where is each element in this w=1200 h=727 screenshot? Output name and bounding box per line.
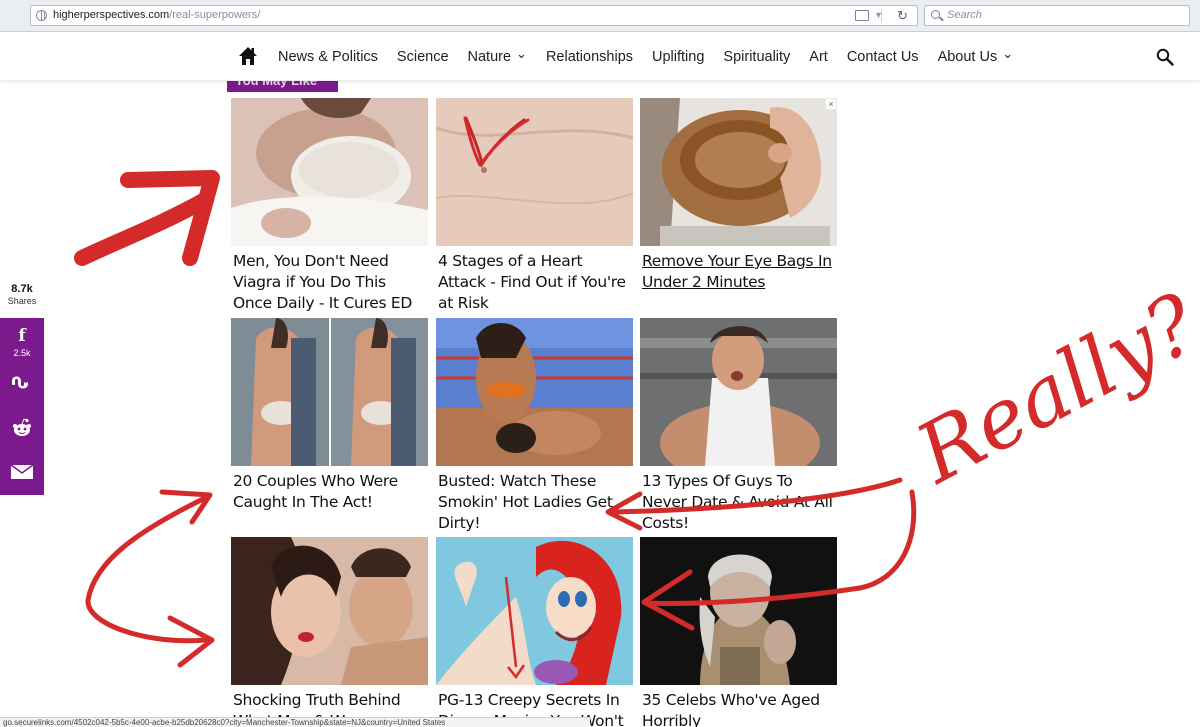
nav-item-label: Uplifting (652, 49, 705, 65)
annotation-arrowhead-big (120, 170, 220, 266)
reddit-icon (13, 418, 31, 436)
nav-item-science[interactable]: Science (397, 49, 449, 65)
annotation-arrowhead-bottom (167, 615, 215, 668)
search-icon (931, 10, 940, 19)
nav-item-label: Contact Us (846, 49, 919, 65)
ad-title[interactable]: 4 Stages of a Heart Attack - Find Out if… (438, 251, 634, 314)
nav-item-label: News & Politics (278, 49, 378, 65)
nav-item-news-politics[interactable]: News & Politics (278, 49, 378, 65)
nav-item-nature[interactable]: Nature ⌄ (467, 46, 527, 65)
share-count-value: 8.7k (11, 283, 33, 295)
browser-status-bar: go.securelinks.com/4502c042-5b5c-4e00-ac… (0, 717, 590, 727)
ad-thumbnail (436, 318, 633, 466)
url-host: higherperspectives.com (53, 9, 170, 21)
url-path: /real-superpowers/ (169, 9, 261, 21)
site-search-icon[interactable] (1156, 48, 1174, 66)
reader-view-icon[interactable] (855, 10, 869, 21)
ad-title[interactable]: 13 Types Of Guys To Never Date & Avoid A… (642, 471, 838, 534)
site-navigation: News & Politics Science Nature ⌄ Relationshi… (0, 33, 1200, 81)
ad-title[interactable]: Busted: Watch These Smokin' Hot Ladies G… (438, 471, 634, 534)
facebook-share-button[interactable]: f (0, 326, 44, 346)
nav-item-contact-us[interactable]: Contact Us (847, 49, 919, 65)
globe-icon (36, 10, 47, 21)
ad-title[interactable]: Remove Your Eye Bags In Under 2 Minutes (642, 251, 838, 293)
nav-menu: News & Politics Science Nature ⌄ Relationshi… (278, 33, 1013, 81)
nav-item-label: Spirituality (723, 49, 791, 65)
reload-icon[interactable]: ↻ (897, 6, 908, 25)
nav-item-relationships[interactable]: Relationships (546, 49, 633, 65)
ad-close-icon[interactable]: × (826, 99, 836, 109)
search-placeholder: Search (947, 9, 982, 21)
stumbleupon-icon (12, 376, 28, 389)
share-sidebar: f 2.5k (0, 318, 44, 495)
nav-item-label: Relationships (545, 49, 634, 65)
url-separator (881, 10, 882, 22)
facebook-share-count: 2.5k (13, 348, 31, 358)
address-bar[interactable]: higherperspectives.com/real-superpowers/… (30, 5, 918, 26)
nav-item-label: Art (809, 49, 828, 65)
ad-thumbnail (231, 537, 428, 685)
reddit-share-button[interactable] (0, 418, 44, 443)
ad-title[interactable]: Men, You Don't Need Viagra if You Do Thi… (233, 251, 429, 314)
stumbleupon-share-button[interactable] (0, 372, 44, 395)
nav-item-label: About Us (937, 49, 998, 65)
chevron-down-icon: ⌄ (1002, 46, 1014, 61)
ad-title[interactable]: 35 Celebs Who've Aged Horribly (642, 690, 838, 727)
screenshot-root: higherperspectives.com/real-superpowers/… (0, 0, 1200, 727)
nav-item-art[interactable]: Art (809, 49, 828, 65)
email-icon (10, 464, 34, 479)
share-count: 8.7k Shares (4, 283, 40, 306)
email-share-button[interactable] (0, 464, 44, 485)
ad-thumbnail (231, 98, 428, 246)
nav-item-uplifting[interactable]: Uplifting (652, 49, 704, 65)
browser-toolbar: higherperspectives.com/real-superpowers/… (0, 0, 1200, 32)
chevron-down-icon: ⌄ (516, 46, 527, 61)
home-icon[interactable] (237, 45, 259, 67)
annotation-arrowhead-top (159, 489, 213, 525)
ad-thumbnail (231, 318, 428, 466)
ad-thumbnail (640, 537, 837, 685)
ad-title[interactable]: 20 Couples Who Were Caught In The Act! (233, 471, 429, 513)
ad-thumbnail (640, 98, 837, 246)
ad-thumbnail (436, 537, 633, 685)
nav-item-label: Science (396, 49, 449, 65)
annotation-really-text: Really? (900, 276, 1200, 503)
annotation-curve-arrow (85, 495, 208, 644)
annotation-arrow-big (74, 192, 213, 266)
address-text: higherperspectives.com/real-superpowers/ (53, 6, 260, 25)
browser-search-input[interactable]: Search (924, 5, 1190, 26)
ad-thumbnail (436, 98, 633, 246)
ad-thumbnail (640, 318, 837, 466)
nav-item-label: Nature (467, 49, 512, 65)
share-count-label: Shares (7, 296, 37, 306)
nav-item-spirituality[interactable]: Spirituality (723, 49, 790, 65)
nav-item-about-us[interactable]: About Us ⌄ (937, 46, 1014, 65)
